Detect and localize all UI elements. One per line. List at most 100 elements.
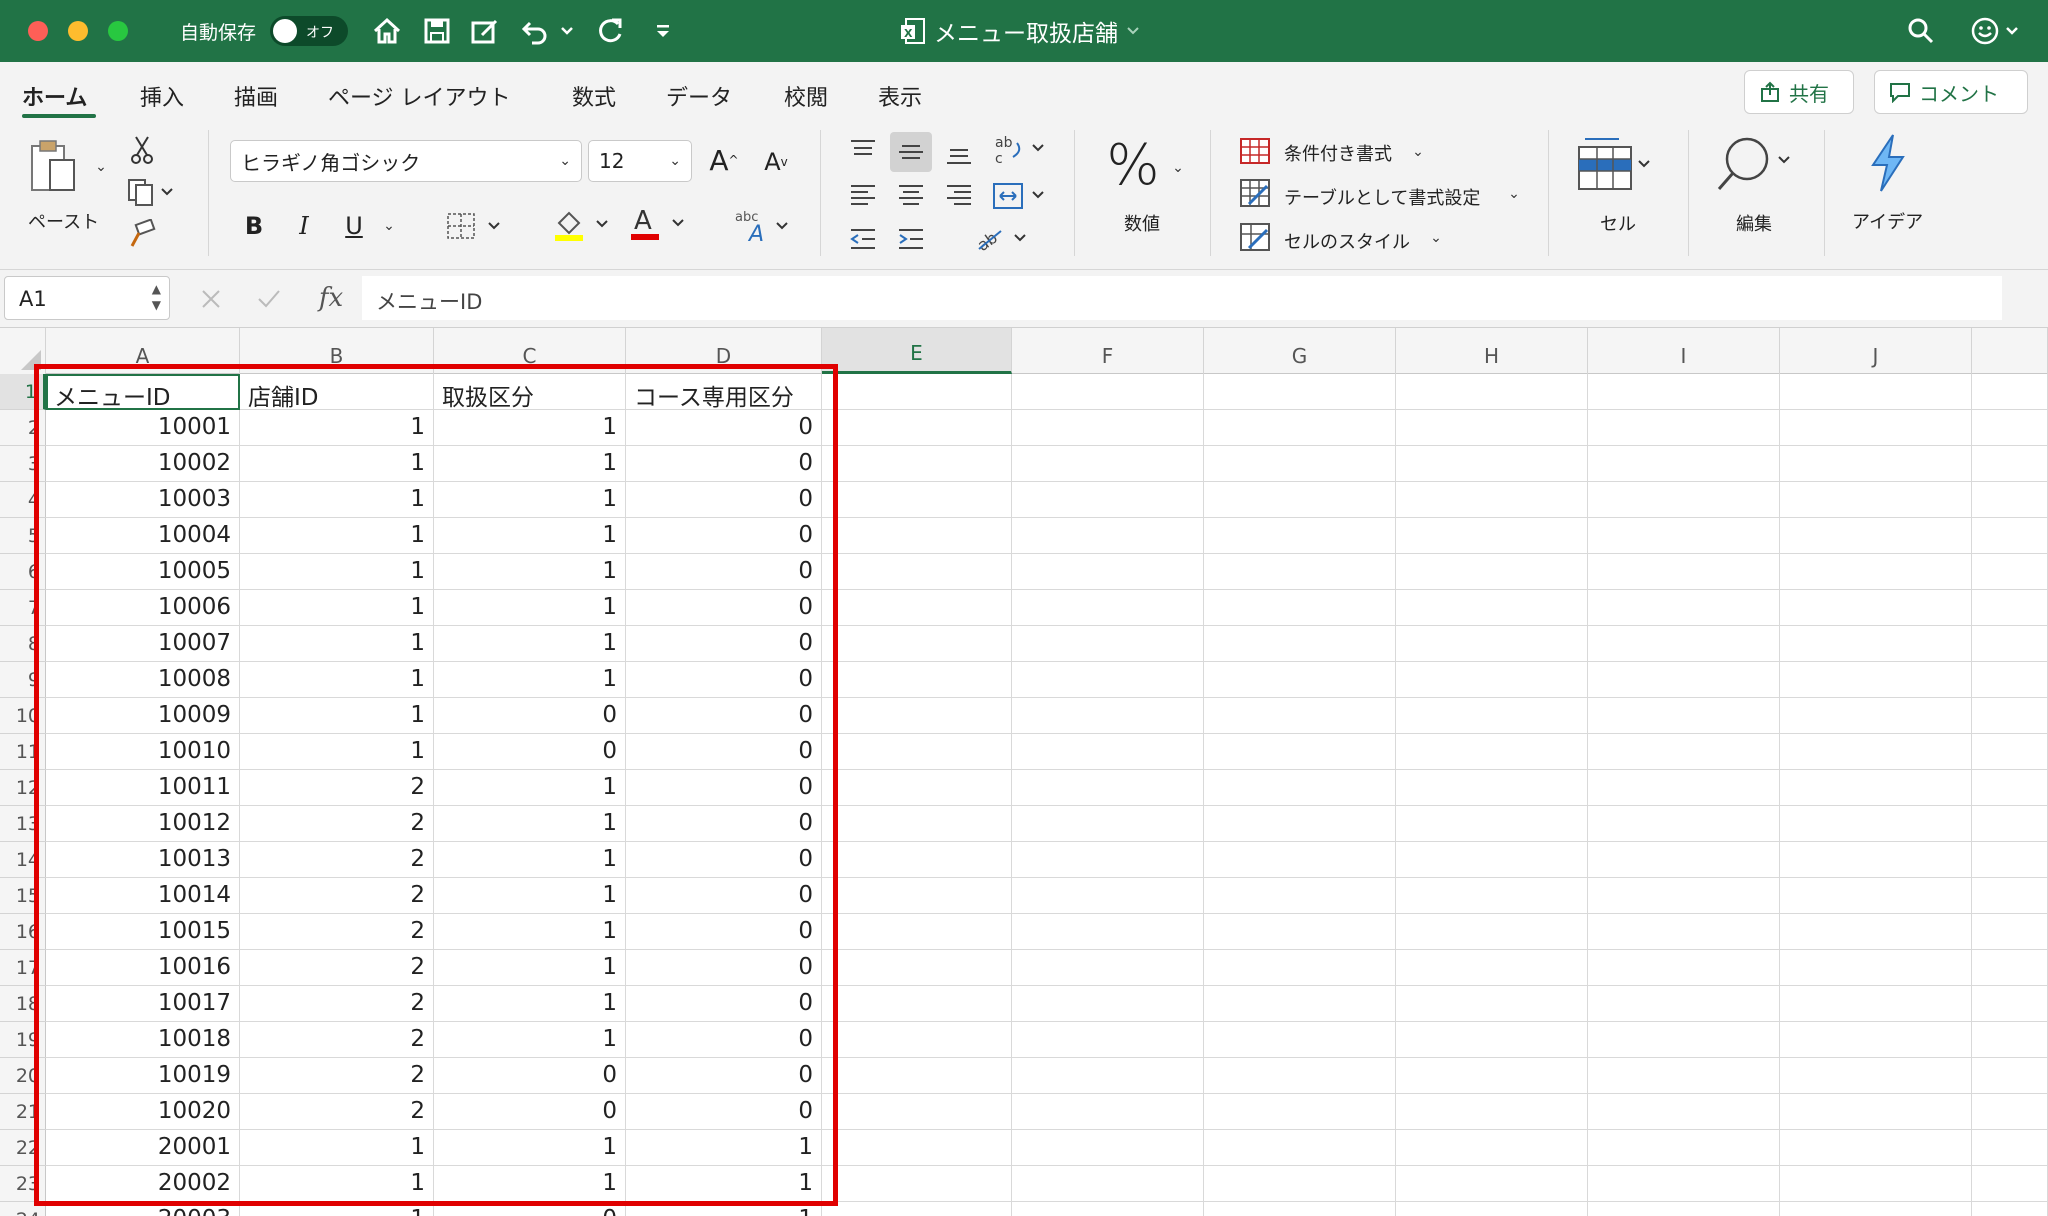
empty-cell[interactable] <box>1588 662 1780 698</box>
redo-icon[interactable] <box>594 14 628 48</box>
empty-cell[interactable] <box>1396 1058 1588 1094</box>
empty-cell[interactable] <box>1588 1166 1780 1202</box>
empty-cell[interactable] <box>1972 1202 2048 1216</box>
empty-cell[interactable] <box>1396 626 1588 662</box>
empty-cell[interactable] <box>1588 590 1780 626</box>
empty-cell[interactable] <box>1012 446 1204 482</box>
empty-cell[interactable] <box>822 950 1012 986</box>
smiley-icon[interactable] <box>1966 14 2026 48</box>
tab-formulas[interactable]: 数式 <box>572 80 616 112</box>
empty-cell[interactable] <box>822 914 1012 950</box>
empty-cell[interactable] <box>1012 914 1204 950</box>
empty-cell[interactable] <box>1780 734 1972 770</box>
empty-cell[interactable] <box>1972 1058 2048 1094</box>
text-orientation-icon[interactable]: ab <box>970 220 1034 256</box>
empty-cell[interactable] <box>822 626 1012 662</box>
empty-cell[interactable] <box>1396 482 1588 518</box>
empty-cell[interactable] <box>1780 662 1972 698</box>
empty-cell[interactable] <box>1780 806 1972 842</box>
empty-cell[interactable] <box>1588 626 1780 662</box>
percent-icon[interactable]: % <box>1100 132 1166 198</box>
empty-cell[interactable] <box>1588 482 1780 518</box>
empty-cell[interactable] <box>1396 554 1588 590</box>
align-top-icon[interactable] <box>846 134 880 168</box>
empty-cell[interactable] <box>822 986 1012 1022</box>
tab-view[interactable]: 表示 <box>878 80 922 112</box>
empty-cell[interactable] <box>822 806 1012 842</box>
empty-cell[interactable] <box>1396 410 1588 446</box>
empty-cell[interactable] <box>1204 770 1396 806</box>
empty-cell[interactable] <box>822 1022 1012 1058</box>
empty-cell[interactable] <box>1396 914 1588 950</box>
empty-cell[interactable] <box>1780 1022 1972 1058</box>
empty-cell[interactable] <box>1780 1202 1972 1216</box>
empty-cell[interactable] <box>822 410 1012 446</box>
font-color-icon[interactable]: A <box>626 202 692 244</box>
empty-cell[interactable] <box>1396 1166 1588 1202</box>
empty-cell[interactable] <box>1588 410 1780 446</box>
empty-cell[interactable] <box>1204 410 1396 446</box>
empty-cell[interactable] <box>1780 410 1972 446</box>
empty-cell[interactable] <box>1012 734 1204 770</box>
empty-cell[interactable] <box>1204 590 1396 626</box>
empty-cell[interactable] <box>1012 626 1204 662</box>
share-button[interactable]: 共有 <box>1744 70 1854 114</box>
empty-cell[interactable] <box>1972 698 2048 734</box>
column-header-i[interactable]: I <box>1588 328 1780 374</box>
empty-cell[interactable] <box>1780 1094 1972 1130</box>
empty-cell[interactable] <box>1396 842 1588 878</box>
column-header-e[interactable]: E <box>822 328 1012 374</box>
edit-icon[interactable] <box>468 14 502 48</box>
empty-cell[interactable] <box>1396 950 1588 986</box>
empty-cell[interactable] <box>1012 986 1204 1022</box>
align-center-icon[interactable] <box>894 178 928 212</box>
search-icon[interactable] <box>1904 14 1938 48</box>
empty-cell[interactable] <box>822 518 1012 554</box>
empty-cell[interactable] <box>1204 1022 1396 1058</box>
empty-cell[interactable] <box>1396 1094 1588 1130</box>
decrease-indent-icon[interactable] <box>846 222 880 256</box>
empty-cell[interactable] <box>1972 878 2048 914</box>
empty-cell[interactable] <box>1204 878 1396 914</box>
empty-cell[interactable] <box>1588 806 1780 842</box>
empty-cell[interactable] <box>1972 446 2048 482</box>
empty-cell[interactable] <box>822 554 1012 590</box>
empty-cell[interactable] <box>1204 734 1396 770</box>
empty-cell[interactable] <box>1012 374 1204 410</box>
empty-cell[interactable] <box>1204 806 1396 842</box>
column-header-k-partial[interactable] <box>1972 328 2048 374</box>
conditional-format-icon[interactable] <box>1238 136 1272 166</box>
number-format-chevron-icon[interactable]: ⌄ <box>1170 158 1186 178</box>
underline-dropdown-chevron-icon[interactable]: ⌄ <box>382 216 396 236</box>
format-painter-icon[interactable] <box>126 218 158 250</box>
empty-cell[interactable] <box>1588 986 1780 1022</box>
empty-cell[interactable] <box>822 1202 1012 1216</box>
comment-button[interactable]: コメント <box>1874 70 2028 114</box>
tab-home[interactable]: ホーム <box>22 80 87 112</box>
empty-cell[interactable] <box>1780 518 1972 554</box>
empty-cell[interactable] <box>1972 626 2048 662</box>
fill-color-icon[interactable] <box>550 204 616 244</box>
empty-cell[interactable] <box>1012 410 1204 446</box>
empty-cell[interactable] <box>1396 518 1588 554</box>
empty-cell[interactable] <box>1012 554 1204 590</box>
empty-cell[interactable] <box>1780 446 1972 482</box>
enter-check-icon[interactable] <box>252 282 286 316</box>
empty-cell[interactable] <box>1012 770 1204 806</box>
empty-cell[interactable] <box>1588 1058 1780 1094</box>
empty-cell[interactable] <box>1012 662 1204 698</box>
empty-cell[interactable] <box>1588 770 1780 806</box>
cancel-icon[interactable] <box>194 282 228 316</box>
column-header-j[interactable]: J <box>1780 328 1972 374</box>
empty-cell[interactable] <box>1396 590 1588 626</box>
empty-cell[interactable] <box>1780 842 1972 878</box>
empty-cell[interactable] <box>1780 374 1972 410</box>
conditional-format-label[interactable]: 条件付き書式 <box>1284 140 1392 166</box>
empty-cell[interactable] <box>1012 806 1204 842</box>
empty-cell[interactable] <box>1204 518 1396 554</box>
empty-cell[interactable] <box>1012 1130 1204 1166</box>
cell-styles-label[interactable]: セルのスタイル <box>1284 228 1410 254</box>
underline-button[interactable]: U <box>340 208 368 244</box>
align-middle-icon[interactable] <box>890 132 932 172</box>
cut-icon[interactable] <box>126 134 158 166</box>
